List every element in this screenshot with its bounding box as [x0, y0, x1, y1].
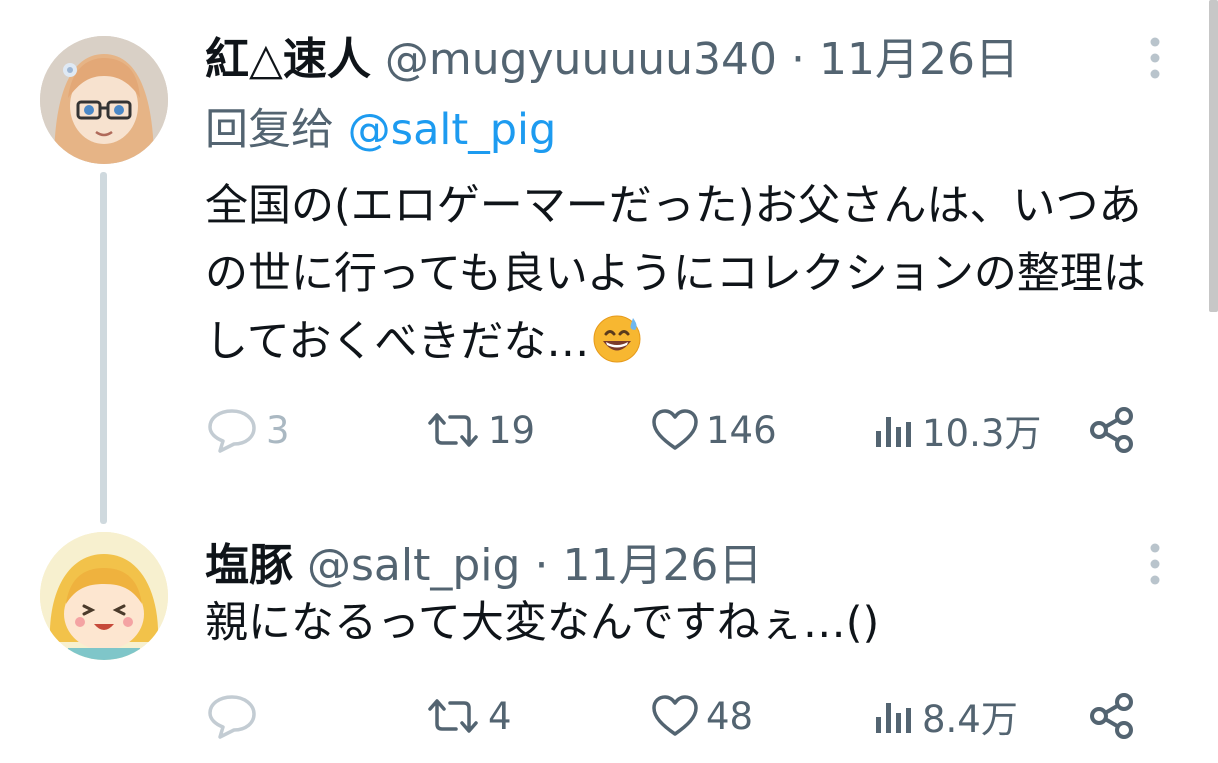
retweet-button[interactable]: 4 [424, 686, 512, 746]
heart-icon [650, 408, 700, 452]
avatar[interactable] [40, 36, 168, 164]
avatar[interactable] [40, 532, 168, 660]
reply-button[interactable] [206, 686, 266, 746]
like-count: 146 [706, 408, 777, 452]
reply-handle-link[interactable]: @salt_pig [348, 105, 557, 155]
tweet-text-content: 全国の(エロゲーマーだった)お父さんは、いつあの世に行っても良いようにコレクショ… [205, 181, 1146, 367]
reply-context: 回复给 @salt_pig [205, 104, 556, 156]
tweet-actions: 3 19 146 10.3万 [0, 400, 1210, 460]
tweet-text-content: 親になるって大変なんですねぇ…() [205, 598, 880, 648]
tweet-text: 全国の(エロゲーマーだった)お父さんは、いつあの世に行っても良いようにコレクショ… [205, 172, 1165, 376]
reply-icon [206, 407, 260, 453]
user-handle[interactable]: @salt_pig [307, 540, 520, 591]
display-name[interactable]: 塩豚 [205, 540, 293, 591]
heart-icon [650, 694, 700, 738]
share-button[interactable] [1086, 686, 1138, 746]
separator: · [534, 540, 549, 591]
timestamp[interactable]: 11月26日 [819, 34, 1019, 85]
reply-button[interactable]: 3 [206, 400, 290, 460]
share-icon [1086, 405, 1138, 455]
views-button[interactable]: 10.3万 [872, 400, 1041, 460]
grinning-face-with-sweat-emoji [591, 312, 643, 364]
like-count: 48 [706, 694, 754, 738]
retweet-icon [424, 696, 482, 736]
tweet-actions: 4 48 8.4万 [0, 686, 1210, 746]
more-options-icon[interactable] [1146, 542, 1164, 586]
reply-icon [206, 693, 260, 739]
tweet[interactable]: 紅△速人 @mugyuuuuu340 · 11月26日 回复给 @salt_pi… [0, 0, 1210, 524]
views-button[interactable]: 8.4万 [872, 686, 1018, 746]
more-options-icon[interactable] [1146, 36, 1164, 80]
analytics-icon [872, 695, 916, 737]
tweet-header: 塩豚 @salt_pig · 11月26日 [205, 540, 762, 592]
share-icon [1086, 691, 1138, 741]
timestamp[interactable]: 11月26日 [562, 540, 762, 591]
views-count: 10.3万 [922, 412, 1042, 455]
reply-count: 3 [266, 408, 290, 452]
retweet-button[interactable]: 19 [424, 400, 535, 460]
separator: · [790, 34, 805, 85]
share-button[interactable] [1086, 400, 1138, 460]
tweet-header: 紅△速人 @mugyuuuuu340 · 11月26日 [205, 34, 1019, 86]
like-button[interactable]: 48 [650, 686, 753, 746]
retweet-count: 19 [488, 408, 536, 452]
scrollbar-thumb[interactable] [1209, 0, 1218, 312]
analytics-icon [872, 409, 916, 451]
reply-prefix: 回复给 [205, 105, 334, 155]
thread-line [100, 172, 107, 524]
user-handle[interactable]: @mugyuuuuu340 [385, 34, 777, 85]
retweet-count: 4 [488, 694, 512, 738]
display-name[interactable]: 紅△速人 [205, 34, 371, 85]
retweet-icon [424, 410, 482, 450]
like-button[interactable]: 146 [650, 400, 777, 460]
tweet[interactable]: 塩豚 @salt_pig · 11月26日 親になるって大変なんですねぇ…() [0, 510, 1210, 763]
tweet-text: 親になるって大変なんですねぇ…() [205, 596, 1165, 650]
views-count: 8.4万 [922, 698, 1018, 741]
